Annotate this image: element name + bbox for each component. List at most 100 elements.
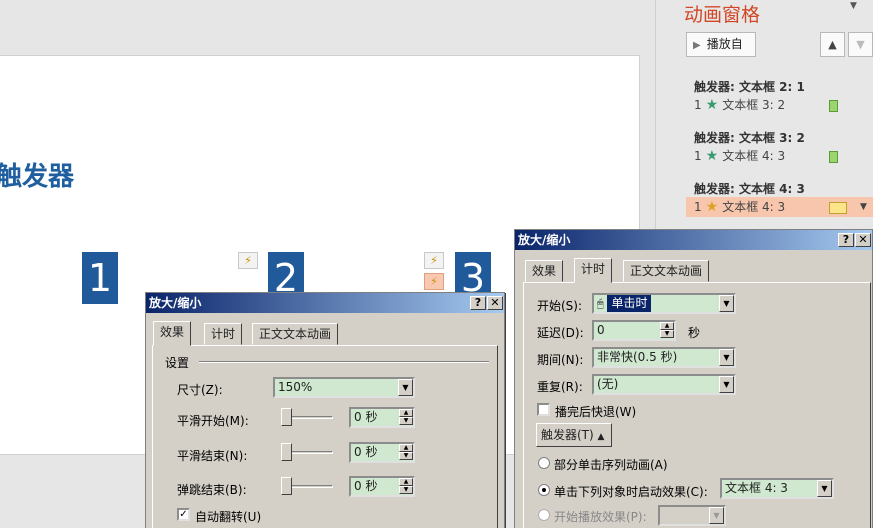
move-up-button[interactable]: ▲ xyxy=(820,32,845,57)
star-effect-icon: ★ xyxy=(705,199,719,215)
chevron-down-icon[interactable]: ▼ xyxy=(719,295,734,312)
star-effect-icon: ★ xyxy=(705,148,719,164)
star-effect-icon: ★ xyxy=(705,97,719,113)
smooth-end-slider[interactable] xyxy=(281,441,333,463)
bounce-end-spinner[interactable]: 0 秒 ▲ ▼ xyxy=(349,476,415,497)
start-value: 单击时 xyxy=(607,295,652,312)
timing-bar[interactable] xyxy=(829,100,838,112)
play-icon: ▶ xyxy=(693,40,701,51)
rewind-checkbox[interactable] xyxy=(537,403,550,416)
start-on-click-radio[interactable] xyxy=(538,484,550,496)
smooth-start-label: 平滑开始(M): xyxy=(177,414,249,428)
slider-thumb[interactable] xyxy=(281,408,292,426)
spin-down-icon[interactable]: ▼ xyxy=(660,330,674,338)
section-divider xyxy=(199,361,489,363)
animation-order: 1 xyxy=(694,200,702,214)
tab-timing[interactable]: 计时 xyxy=(574,258,613,283)
chevron-down-icon[interactable]: ▼ xyxy=(719,376,734,393)
animation-order: 1 xyxy=(694,149,702,163)
tab-effect[interactable]: 效果 xyxy=(153,321,192,346)
chevron-down-icon[interactable]: ▼ xyxy=(709,507,724,524)
size-combo[interactable]: 150% ▼ xyxy=(273,377,415,398)
trigger-lightning-icon[interactable]: ⚡ xyxy=(424,252,444,269)
bounce-end-value: 0 秒 xyxy=(354,479,378,493)
trigger-object-combo[interactable]: 文本框 4: 3 ▼ xyxy=(720,478,834,499)
spin-down-icon[interactable]: ▼ xyxy=(399,417,413,425)
text-box-1[interactable]: 1 xyxy=(82,252,118,304)
spin-down-icon[interactable]: ▼ xyxy=(399,486,413,494)
start-effect-radio[interactable] xyxy=(538,509,550,521)
rewind-label: 播完后快退(W) xyxy=(555,405,637,419)
trigger-group-header[interactable]: 触发器: 文本框 2: 1 xyxy=(694,78,805,95)
start-effect-combo[interactable]: ▼ xyxy=(658,505,726,526)
tab-panel: 设置 尺寸(Z): 150% ▼ 平滑开始(M): 0 秒 ▲ ▼ 平滑结束(N… xyxy=(152,345,498,528)
close-button[interactable]: ✕ xyxy=(855,233,871,247)
dialog-title-bar[interactable]: 放大/缩小 ? ✕ xyxy=(146,293,504,313)
help-button[interactable]: ? xyxy=(838,233,854,247)
timing-bar[interactable] xyxy=(829,151,838,163)
smooth-end-spinner[interactable]: 0 秒 ▲ ▼ xyxy=(349,442,415,463)
slide-title: 触发器 xyxy=(0,162,75,192)
triggers-button[interactable]: 触发器(T) ▲ xyxy=(536,423,612,447)
help-button[interactable]: ? xyxy=(470,296,486,310)
size-value: 150% xyxy=(278,380,313,394)
trigger-object-value: 文本框 4: 3 xyxy=(725,481,788,495)
move-down-button[interactable]: ▼ xyxy=(848,32,873,57)
triggers-label: 触发器(T) xyxy=(541,428,594,442)
tab-text-animation[interactable]: 正文文本动画 xyxy=(623,260,710,282)
spin-up-icon[interactable]: ▲ xyxy=(399,478,413,486)
dialog-title: 放大/缩小 xyxy=(149,296,202,310)
zoom-timing-dialog: 放大/缩小 ? ✕ 效果 计时 正文文本动画 开始(S): 🖱 单击时 ▼ 延迟… xyxy=(514,229,873,528)
spin-up-icon[interactable]: ▲ xyxy=(399,444,413,452)
animation-item[interactable]: 1 ★ 文本框 4: 3 xyxy=(686,146,873,166)
trigger-group-header[interactable]: 触发器: 文本框 4: 3 xyxy=(694,180,805,197)
item-dropdown-icon[interactable]: ▼ xyxy=(860,197,867,217)
tab-panel: 开始(S): 🖱 单击时 ▼ 延迟(D): 0 ▲ ▼ 秒 期间(N): 非常快… xyxy=(523,282,871,528)
pane-title: 动画窗格 xyxy=(684,4,761,26)
chevron-down-icon[interactable]: ▼ xyxy=(719,349,734,366)
size-label: 尺寸(Z): xyxy=(177,383,223,397)
animation-target: 文本框 3: 2 xyxy=(722,98,786,112)
auto-reverse-checkbox[interactable]: ✓ xyxy=(177,508,190,521)
sequence-radio[interactable] xyxy=(538,457,550,469)
spin-down-icon[interactable]: ▼ xyxy=(399,452,413,460)
start-on-click-label: 单击下列对象时启动效果(C): xyxy=(554,485,708,499)
trigger-group-header[interactable]: 触发器: 文本框 3: 2 xyxy=(694,129,805,146)
animation-item[interactable]: 1 ★ 文本框 3: 2 xyxy=(686,95,873,115)
dialog-title-bar[interactable]: 放大/缩小 ? ✕ xyxy=(515,230,872,250)
slider-thumb[interactable] xyxy=(281,477,292,495)
spin-up-icon[interactable]: ▲ xyxy=(399,409,413,417)
dialog-title: 放大/缩小 xyxy=(518,233,571,247)
trigger-lightning-icon-selected[interactable]: ⚡ xyxy=(424,273,444,290)
spin-up-icon[interactable]: ▲ xyxy=(660,322,674,330)
chevron-down-icon[interactable]: ▼ xyxy=(398,379,413,396)
animation-item-selected[interactable]: 1 ★ 文本框 4: 3 ▼ xyxy=(686,197,873,217)
auto-reverse-label: 自动翻转(U) xyxy=(195,510,262,524)
smooth-start-slider[interactable] xyxy=(281,406,333,428)
slider-thumb[interactable] xyxy=(281,443,292,461)
close-button[interactable]: ✕ xyxy=(487,296,503,310)
animation-target: 文本框 4: 3 xyxy=(722,149,786,163)
repeat-combo[interactable]: (无) ▼ xyxy=(592,374,736,395)
period-value: 非常快(0.5 秒) xyxy=(597,350,678,364)
trigger-lightning-icon[interactable]: ⚡ xyxy=(238,252,258,269)
chevron-down-icon[interactable]: ▼ xyxy=(817,480,832,497)
tab-effect[interactable]: 效果 xyxy=(525,260,564,282)
smooth-start-spinner[interactable]: 0 秒 ▲ ▼ xyxy=(349,407,415,428)
delay-spinner[interactable]: 0 ▲ ▼ xyxy=(592,320,676,341)
pane-options-icon[interactable]: ▼ xyxy=(850,1,857,11)
delay-value: 0 xyxy=(597,323,605,337)
sequence-radio-label: 部分单击序列动画(A) xyxy=(554,458,668,472)
start-label: 开始(S): xyxy=(537,299,583,313)
smooth-start-value: 0 秒 xyxy=(354,410,378,424)
bounce-end-slider[interactable] xyxy=(281,475,333,497)
start-combo[interactable]: 🖱 单击时 ▼ xyxy=(592,293,736,314)
play-from-button[interactable]: ▶ 播放自 xyxy=(686,32,756,57)
mouse-click-icon: 🖱 xyxy=(597,297,604,310)
tab-text-animation[interactable]: 正文文本动画 xyxy=(252,323,339,345)
repeat-label: 重复(R): xyxy=(537,380,583,394)
smooth-end-value: 0 秒 xyxy=(354,445,378,459)
tab-timing[interactable]: 计时 xyxy=(204,323,243,345)
timing-bar[interactable] xyxy=(829,202,847,214)
period-combo[interactable]: 非常快(0.5 秒) ▼ xyxy=(592,347,736,368)
